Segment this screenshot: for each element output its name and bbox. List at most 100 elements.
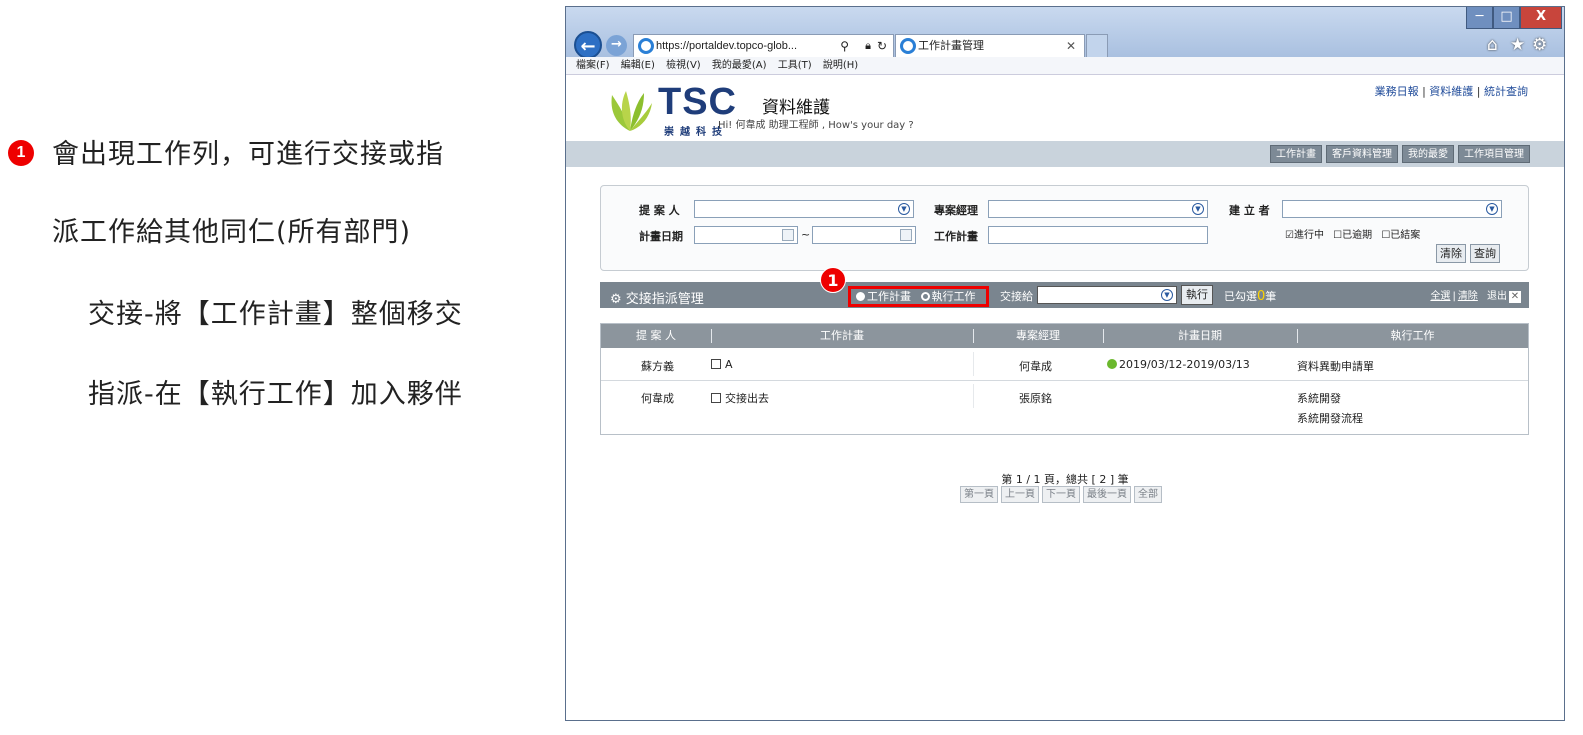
annotation-line-4: 指派-在【執行工作】加入夥伴	[88, 379, 463, 410]
menu-favorites[interactable]: 我的最愛(A)	[712, 60, 767, 71]
greeting-text: Hi! 何韋成 助理工程師 , How's your day ?	[718, 120, 914, 131]
gear-icon: ⚙	[610, 292, 622, 307]
date-separator: ~	[801, 228, 811, 241]
count-prefix: 已勾選	[1224, 290, 1257, 303]
calendar-icon[interactable]	[900, 229, 912, 241]
plan-date-text: 2019/03/12-2019/03/13	[1119, 358, 1250, 371]
tsc-leaf-logo-icon	[611, 91, 652, 131]
new-tab-button[interactable]	[1086, 34, 1108, 58]
row-checkbox[interactable]	[711, 359, 721, 369]
cell-work-plan: 交接出去	[711, 390, 769, 406]
menu-view[interactable]: 檢視(V)	[666, 60, 701, 71]
search-panel: 提 案 人 ▼ 專案經理 ▼ 建 立 者 ▼ 計畫日期 ~ 工作計畫 ☑進行中 …	[600, 185, 1529, 271]
nav-work-items[interactable]: 工作項目管理	[1458, 145, 1530, 163]
results-table: 提 案 人 工作計畫 專案經理 計畫日期 執行工作 蘇方義 A 何韋成 2019…	[600, 323, 1529, 435]
menu-file[interactable]: 檔案(F)	[576, 60, 610, 71]
title-bar: ─ □ X ← → https://portaldev.topco-glob..…	[566, 7, 1564, 59]
radio-work-plan[interactable]	[856, 292, 865, 301]
handover-title-wrap: ⚙ 交接指派管理	[610, 288, 704, 307]
status-green-icon	[1107, 359, 1117, 369]
exit-close-icon[interactable]: ✕	[1509, 291, 1521, 303]
prev-page-button[interactable]: 上一頁	[1001, 486, 1039, 503]
ie-icon	[638, 38, 654, 54]
checkbox-closed[interactable]: ☐	[1381, 230, 1390, 241]
radio-task[interactable]	[920, 292, 930, 301]
cell-task[interactable]: 系統開發流程	[1297, 410, 1363, 426]
link-data-maintenance[interactable]: 資料維護	[1429, 85, 1473, 98]
all-pages-button[interactable]: 全部	[1134, 486, 1162, 503]
step-badge-highlight: 1	[820, 267, 846, 293]
status-checkboxes: ☑進行中 ☐已逾期 ☐已結案	[1285, 226, 1420, 241]
cell-task[interactable]: 系統開發	[1297, 390, 1341, 406]
nav-customer-data[interactable]: 客戶資料管理	[1326, 145, 1398, 163]
back-button[interactable]: ←	[574, 31, 602, 59]
selected-count: 已勾選0筆	[1224, 288, 1276, 304]
menu-bar: 檔案(F) 編輯(E) 檢視(V) 我的最愛(A) 工具(T) 說明(H)	[566, 57, 1564, 75]
tab-title: 工作計畫管理	[918, 39, 984, 52]
nav-work-plan[interactable]: 工作計畫	[1270, 145, 1322, 163]
calendar-icon[interactable]	[782, 229, 794, 241]
status-in-progress-label: 進行中	[1293, 230, 1324, 241]
checkbox-overdue[interactable]: ☐	[1333, 230, 1342, 241]
proposer-label: 提 案 人	[639, 204, 680, 217]
home-icon[interactable]: ⌂	[1487, 35, 1498, 55]
web-page: TSC 崇越科技 資料維護 Hi! 何韋成 助理工程師 , How's your…	[566, 75, 1564, 720]
ie-icon	[900, 38, 916, 54]
menu-tools[interactable]: 工具(T)	[778, 60, 812, 71]
date-to-input[interactable]	[812, 226, 916, 244]
close-button[interactable]: X	[1520, 7, 1562, 29]
pm-label: 專案經理	[934, 204, 978, 217]
menu-help[interactable]: 說明(H)	[823, 60, 858, 71]
checkbox-in-progress[interactable]: ☑	[1285, 230, 1294, 241]
search-icon[interactable]: ⚲	[840, 35, 849, 57]
date-from-input[interactable]	[694, 226, 798, 244]
annotation-line-2: 派工作給其他同仁(所有部門)	[52, 217, 412, 248]
clear-button[interactable]: 清除	[1436, 244, 1466, 263]
clear-selection-link[interactable]: 清除	[1458, 291, 1478, 302]
col-work-plan: 工作計畫	[820, 329, 864, 342]
dropdown-icon: ▼	[1161, 289, 1173, 301]
lock-icon: 🔒︎	[865, 40, 871, 52]
execute-button[interactable]: 執行	[1181, 285, 1213, 305]
select-all-link[interactable]: 全選	[1430, 291, 1450, 302]
cell-proposer: 何韋成	[641, 392, 674, 405]
next-page-button[interactable]: 下一頁	[1042, 486, 1080, 503]
tab-active[interactable]: 工作計畫管理 ✕	[895, 34, 1085, 58]
nav-favorites[interactable]: 我的最愛	[1402, 145, 1454, 163]
proposer-select[interactable]: ▼	[694, 200, 914, 218]
status-closed-label: 已結案	[1390, 230, 1421, 241]
minimize-button[interactable]: ─	[1466, 7, 1493, 29]
first-page-button[interactable]: 第一頁	[960, 486, 998, 503]
dropdown-icon: ▼	[1192, 203, 1204, 215]
cell-task[interactable]: 資料異動申請單	[1297, 358, 1374, 374]
favorites-star-icon[interactable]: ★	[1510, 35, 1525, 55]
query-button[interactable]: 查詢	[1470, 244, 1500, 263]
last-page-button[interactable]: 最後一頁	[1083, 486, 1131, 503]
plan-input[interactable]	[988, 226, 1208, 244]
assign-select[interactable]: ▼	[1037, 286, 1177, 304]
address-bar[interactable]: https://portaldev.topco-glob... ⚲ 🔒︎ ↻	[633, 34, 894, 58]
forward-arrow-icon: →	[611, 37, 622, 52]
link-daily-report[interactable]: 業務日報	[1375, 85, 1419, 98]
link-statistics[interactable]: 統計查詢	[1484, 85, 1528, 98]
menu-edit[interactable]: 編輯(E)	[621, 60, 655, 71]
col-tasks: 執行工作	[1390, 329, 1435, 342]
status-overdue-label: 已逾期	[1342, 230, 1373, 241]
row-checkbox[interactable]	[711, 393, 721, 403]
creator-label: 建 立 者	[1229, 204, 1270, 217]
browser-window: ─ □ X ← → https://portaldev.topco-glob..…	[565, 6, 1565, 721]
creator-select[interactable]: ▼	[1282, 200, 1502, 218]
pm-select[interactable]: ▼	[988, 200, 1208, 218]
annotation-panel: 1 會出現工作列，可進行交接或指 派工作給其他同仁(所有部門) 交接-將【工作計…	[0, 0, 560, 735]
radio-work-plan-label: 工作計畫	[867, 290, 911, 303]
exit-label[interactable]: 退出	[1487, 291, 1507, 302]
pager-info: 第 1 / 1 頁，總共 [ 2 ] 筆	[1001, 473, 1129, 486]
tab-close-icon[interactable]: ✕	[1066, 35, 1076, 57]
gear-icon[interactable]: ⚙	[1532, 35, 1547, 55]
forward-button[interactable]: →	[606, 35, 627, 56]
site-title: 資料維護	[762, 98, 830, 118]
cell-pm: 張原銘	[1019, 392, 1052, 405]
col-proposer: 提 案 人	[636, 329, 676, 342]
refresh-icon[interactable]: ↻	[877, 35, 887, 57]
maximize-button[interactable]: □	[1493, 7, 1520, 29]
